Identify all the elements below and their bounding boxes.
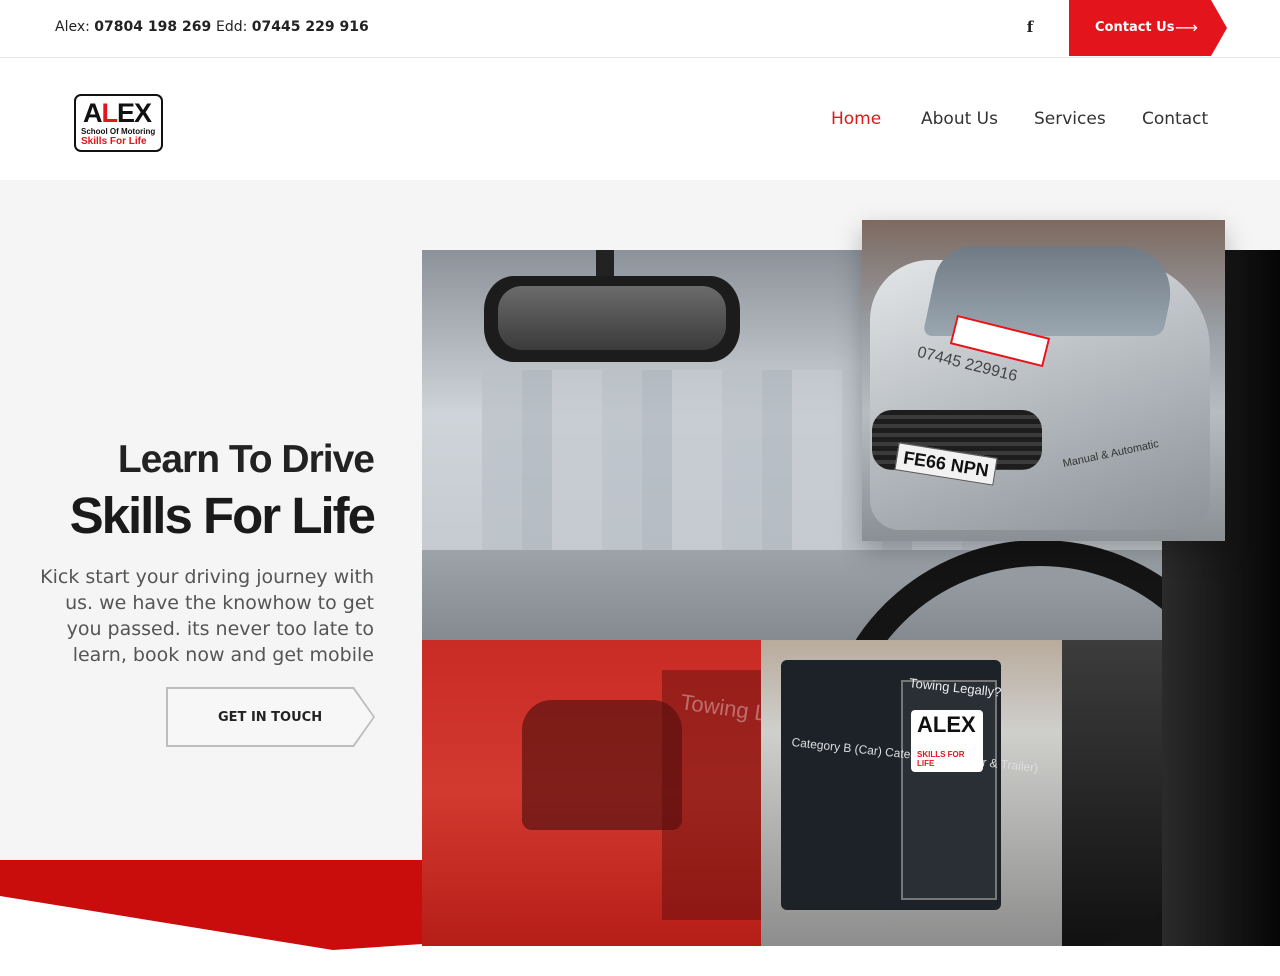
nav-about-us[interactable]: About Us — [921, 109, 998, 129]
facebook-icon[interactable]: f — [1022, 18, 1038, 38]
hero-title-line2: Skills For Life — [69, 487, 376, 544]
phone-edd[interactable]: Edd: 07445 229 916 — [216, 19, 369, 35]
site-logo[interactable]: ALEX School Of Motoring Skills For Life — [74, 94, 163, 152]
hero-title-line1: Learn To Drive — [117, 438, 375, 481]
logo-slogan: Skills For Life — [81, 136, 147, 147]
get-in-touch-label: GET IN TOUCH — [218, 710, 323, 725]
top-bar: Alex: 07804 198 269 Edd: 07445 229 916 f… — [0, 0, 1280, 58]
nav-contact[interactable]: Contact — [1142, 109, 1208, 129]
phone-alex[interactable]: Alex: 07804 198 269 — [55, 19, 211, 35]
trailer-logo: ALEX SKILLS FOR LIFE — [911, 710, 983, 772]
logo-wordmark: ALEX — [83, 98, 152, 128]
phone-alex-label: Alex: — [55, 19, 90, 35]
get-in-touch-button[interactable]: GET IN TOUCH — [166, 687, 375, 747]
hero-photo-trailer: Towing Legally? Category B (Car) Categor… — [761, 640, 1062, 946]
phone-alex-number[interactable]: 07804 198 269 — [94, 19, 211, 35]
contact-us-button[interactable]: Contact Us ⟶ — [1069, 0, 1227, 56]
phone-edd-label: Edd: — [216, 19, 248, 35]
phone-edd-number[interactable]: 07445 229 916 — [252, 19, 369, 35]
arrow-right-icon: ⟶ — [1175, 18, 1198, 37]
hero-photo-trailer-red: Towing Legally? — [422, 640, 761, 946]
nav-services[interactable]: Services — [1034, 109, 1106, 129]
hero-description: Kick start your driving journey with us.… — [40, 566, 374, 666]
hero-photo-car: 07445 229916 FE66 NPN Manual & Automatic — [862, 220, 1225, 541]
logo-tagline: School Of Motoring — [81, 127, 156, 136]
nav-home[interactable]: Home — [831, 109, 881, 129]
contact-us-label: Contact Us — [1095, 20, 1175, 35]
